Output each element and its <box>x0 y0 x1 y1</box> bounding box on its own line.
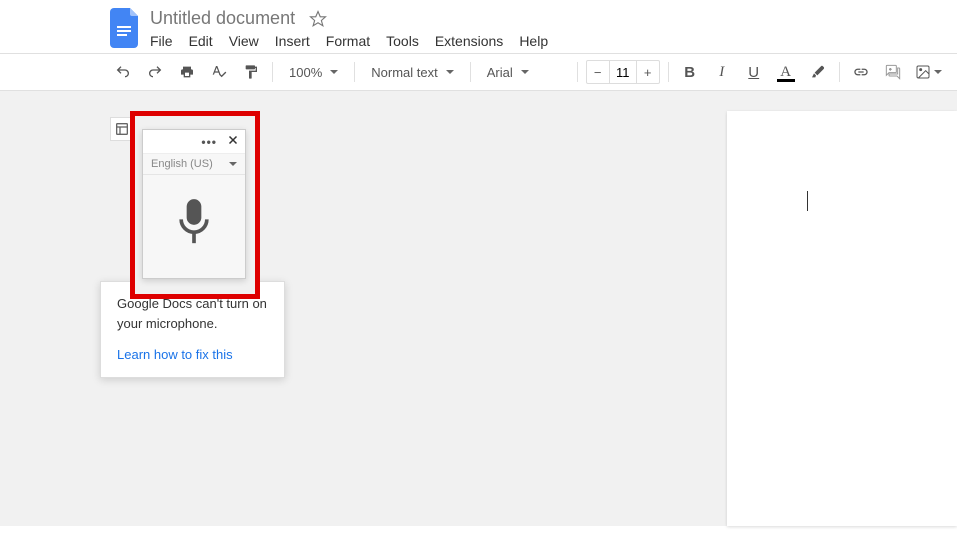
separator <box>839 62 840 82</box>
title-row: Untitled document <box>150 8 957 29</box>
fontsize-group: − + <box>586 60 660 84</box>
print-icon <box>179 64 195 80</box>
bold-button[interactable]: B <box>677 60 703 84</box>
menu-help[interactable]: Help <box>519 33 548 49</box>
voice-topbar: ••• <box>143 130 245 154</box>
close-icon <box>227 134 239 146</box>
error-message: Google Docs can't turn on your microphon… <box>117 294 268 333</box>
redo-button[interactable] <box>142 60 168 84</box>
insertimage-button[interactable] <box>912 60 946 84</box>
menu-bar: File Edit View Insert Format Tools Exten… <box>150 33 957 49</box>
menu-insert[interactable]: Insert <box>275 33 310 49</box>
menu-file[interactable]: File <box>150 33 173 49</box>
style-value: Normal text <box>371 65 437 80</box>
spellcheck-button[interactable] <box>206 60 232 84</box>
textcolor-bar <box>777 79 795 82</box>
menu-view[interactable]: View <box>229 33 259 49</box>
separator <box>272 62 273 82</box>
chevron-down-icon <box>521 70 529 74</box>
zoom-value: 100% <box>289 65 322 80</box>
header-content: Untitled document File Edit View Insert … <box>150 8 957 53</box>
separator <box>470 62 471 82</box>
workspace: ••• English (US) Google Docs can't turn … <box>0 91 957 526</box>
separator <box>668 62 669 82</box>
decrease-fontsize-button[interactable]: − <box>587 61 609 83</box>
zoom-select[interactable]: 100% <box>281 60 346 84</box>
star-icon[interactable] <box>309 10 327 28</box>
voice-language-select[interactable]: English (US) <box>143 154 245 175</box>
voice-mic-button[interactable] <box>143 175 245 270</box>
textcolor-letter: A <box>780 64 791 81</box>
voice-close-button[interactable] <box>227 134 239 149</box>
chevron-down-icon <box>934 70 942 74</box>
chevron-down-icon <box>229 162 237 166</box>
undo-icon <box>115 64 131 80</box>
app-header: Untitled document File Edit View Insert … <box>0 0 957 54</box>
paintformat-icon <box>243 64 259 80</box>
font-value: Arial <box>487 65 513 80</box>
chevron-down-icon <box>330 70 338 74</box>
separator <box>577 62 578 82</box>
error-help-link[interactable]: Learn how to fix this <box>117 345 268 365</box>
docs-logo[interactable] <box>110 8 142 48</box>
menu-edit[interactable]: Edit <box>189 33 213 49</box>
voice-more-button[interactable]: ••• <box>201 135 217 149</box>
link-icon <box>853 64 869 80</box>
chevron-down-icon <box>446 70 454 74</box>
menu-extensions[interactable]: Extensions <box>435 33 503 49</box>
toolbar: 100% Normal text Arial − + B I U A <box>0 54 957 91</box>
italic-button[interactable]: I <box>709 60 735 84</box>
textcolor-button[interactable]: A <box>773 60 799 84</box>
paragraph-style-select[interactable]: Normal text <box>363 60 461 84</box>
redo-icon <box>147 64 163 80</box>
comment-icon <box>885 64 901 80</box>
increase-fontsize-button[interactable]: + <box>637 61 659 83</box>
highlight-icon <box>810 64 826 80</box>
image-icon <box>915 64 931 80</box>
voice-typing-panel: ••• English (US) <box>142 129 246 279</box>
addcomment-button[interactable] <box>880 60 906 84</box>
spellcheck-icon <box>211 64 227 80</box>
voice-language-label: English (US) <box>151 158 213 170</box>
underline-button[interactable]: U <box>741 60 767 84</box>
paintformat-button[interactable] <box>238 60 264 84</box>
document-title[interactable]: Untitled document <box>150 8 295 29</box>
highlight-button[interactable] <box>805 60 831 84</box>
outline-icon <box>114 121 130 137</box>
menu-format[interactable]: Format <box>326 33 370 49</box>
microphone-icon <box>172 195 216 251</box>
fontsize-input[interactable] <box>609 61 637 83</box>
text-cursor <box>807 191 808 211</box>
document-page[interactable] <box>727 111 957 526</box>
font-select[interactable]: Arial <box>479 60 569 84</box>
print-button[interactable] <box>174 60 200 84</box>
separator <box>354 62 355 82</box>
insertlink-button[interactable] <box>848 60 874 84</box>
menu-tools[interactable]: Tools <box>386 33 419 49</box>
undo-button[interactable] <box>110 60 136 84</box>
